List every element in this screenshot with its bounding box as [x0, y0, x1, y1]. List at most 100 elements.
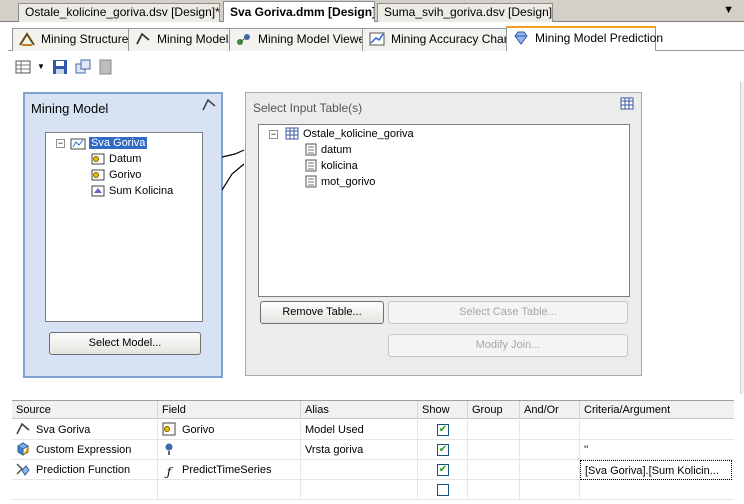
save-icon[interactable] — [52, 59, 68, 75]
row-alias-cell[interactable]: Vrsta goriva — [301, 440, 418, 460]
row-and-or-cell[interactable] — [520, 460, 580, 480]
column-header-source[interactable]: Source — [12, 401, 158, 419]
row-criteria-cell[interactable] — [580, 480, 734, 500]
table-icon[interactable] — [620, 97, 634, 110]
row-and-or-cell[interactable] — [520, 480, 580, 500]
row-show-cell: ✔ — [418, 460, 468, 480]
input-column-datum[interactable]: datum — [321, 142, 352, 158]
grid-header: Source Field Alias Show Group And/Or Cri… — [12, 401, 734, 419]
function-icon: ƒ — [166, 465, 172, 479]
row-group-cell[interactable] — [468, 480, 520, 500]
show-checkbox[interactable] — [437, 484, 449, 496]
row-group-cell[interactable] — [468, 440, 520, 460]
row-show-cell: ✔ — [418, 420, 468, 440]
row-show-cell: ✔ — [418, 440, 468, 460]
mining-structure-icon — [19, 32, 35, 46]
model-node-sva-goriva[interactable]: Sva Goriva — [89, 135, 148, 151]
doc-tab-sva-goriva-dmm[interactable]: Sva Goriva.dmm [Design] — [223, 1, 375, 22]
row-source-cell[interactable]: Custom Expression — [12, 440, 158, 460]
tab-dropdown-icon[interactable]: ▼ — [723, 4, 734, 16]
mining-model-tree: − Sva Goriva Datum Gorivo Sum Kolicina — [45, 132, 203, 322]
input-column-kolicina[interactable]: kolicina — [321, 158, 358, 174]
select-input-table-title: Select Input Table(s) — [253, 101, 363, 115]
model-column-gorivo[interactable]: Gorivo — [109, 167, 141, 183]
mining-model-panel: Mining Model − Sva Goriva Datum Gorivo S… — [23, 92, 223, 378]
row-source-cell[interactable] — [12, 480, 158, 500]
table-node-icon — [285, 127, 299, 140]
key-column-icon — [162, 422, 176, 436]
input-table-tree: − Ostale_kolicine_goriva datum kolicina … — [258, 124, 630, 297]
tab-mining-structure[interactable]: Mining Structure — [12, 28, 129, 51]
row-alias-cell[interactable] — [301, 460, 418, 480]
key-column-icon — [91, 153, 105, 165]
show-checkbox[interactable]: ✔ — [437, 424, 449, 436]
custom-expression-icon — [17, 442, 29, 456]
design-surface: Mining Model − Sva Goriva Datum Gorivo S… — [0, 82, 744, 394]
predict-column-icon — [91, 185, 105, 197]
table-row[interactable]: Prediction Function ƒ PredictTimeSeries ✔… — [12, 460, 734, 480]
accuracy-chart-icon — [369, 32, 385, 46]
mining-model-icon — [16, 422, 30, 435]
surface-scrollbar[interactable] — [740, 82, 744, 394]
row-show-cell — [418, 480, 468, 500]
column-icon — [305, 143, 317, 156]
designer-tab-strip: Mining Structure Mining Models Mining Mo… — [0, 22, 744, 52]
input-table-name[interactable]: Ostale_kolicine_goriva — [303, 126, 414, 142]
key-column-icon — [91, 169, 105, 181]
table-row[interactable]: Custom Expression Vrsta goriva ✔ '' — [12, 440, 734, 460]
select-input-table-panel: Select Input Table(s) − Ostale_kolicine_… — [245, 92, 642, 376]
modify-join-button[interactable]: Modify Join... — [388, 334, 628, 357]
row-group-cell[interactable] — [468, 460, 520, 480]
table-row[interactable] — [12, 480, 734, 500]
row-source-cell[interactable]: Prediction Function — [12, 460, 158, 480]
show-checkbox[interactable]: ✔ — [437, 444, 449, 456]
select-case-table-button[interactable]: Select Case Table... — [388, 301, 628, 324]
row-field-cell[interactable]: ƒ PredictTimeSeries — [158, 460, 301, 480]
prediction-query-grid: Source Field Alias Show Group And/Or Cri… — [12, 400, 734, 504]
column-header-criteria[interactable]: Criteria/Argument — [580, 401, 734, 419]
doc-tab-ostale-dsv[interactable]: Ostale_kolicine_goriva.dsv [Design]* — [18, 3, 220, 22]
input-column-mot-gorivo[interactable]: mot_gorivo — [321, 174, 375, 190]
tab-mining-model-viewer[interactable]: Mining Model Viewer — [229, 28, 369, 51]
column-header-show[interactable]: Show — [418, 401, 468, 419]
tab-mining-accuracy-chart[interactable]: Mining Accuracy Chart — [362, 28, 511, 51]
model-column-sum-kolicina[interactable]: Sum Kolicina — [109, 183, 173, 199]
row-alias-cell[interactable]: Model Used — [301, 420, 418, 440]
row-criteria-cell[interactable]: '' — [580, 440, 734, 460]
row-group-cell[interactable] — [468, 420, 520, 440]
mining-model-title: Mining Model — [31, 101, 109, 116]
remove-table-button[interactable]: Remove Table... — [260, 301, 384, 324]
table-collapse-icon[interactable]: − — [269, 130, 278, 139]
result-view-icon[interactable] — [15, 59, 31, 75]
tab-mining-model-prediction[interactable]: Mining Model Prediction — [506, 26, 663, 51]
model-column-datum[interactable]: Datum — [109, 151, 141, 167]
row-criteria-cell[interactable] — [580, 420, 734, 440]
select-model-button[interactable]: Select Model... — [49, 332, 201, 355]
row-field-cell[interactable] — [158, 440, 301, 460]
run-query-icon[interactable] — [98, 59, 114, 75]
row-alias-cell[interactable] — [301, 480, 418, 500]
model-viewer-icon — [237, 34, 250, 45]
column-icon — [305, 175, 317, 188]
table-row[interactable]: Sva Goriva Gorivo Model Used ✔ — [12, 420, 734, 440]
show-checkbox[interactable]: ✔ — [437, 464, 449, 476]
prediction-icon — [514, 31, 528, 45]
row-criteria-cell[interactable]: [Sva Goriva].[Sum Kolicin... — [580, 460, 732, 480]
row-and-or-cell[interactable] — [520, 440, 580, 460]
view-dropdown-icon[interactable]: ▼ — [37, 62, 45, 71]
mining-model-icon — [202, 98, 216, 111]
doc-tab-suma-dsv[interactable]: Suma_svih_goriva.dsv [Design] — [377, 3, 553, 22]
document-tab-strip: Ostale_kolicine_goriva.dsv [Design]* Sva… — [0, 0, 744, 22]
row-field-cell[interactable] — [158, 480, 301, 500]
tab-mining-models[interactable]: Mining Models — [128, 28, 234, 51]
row-and-or-cell[interactable] — [520, 420, 580, 440]
column-header-and-or[interactable]: And/Or — [520, 401, 580, 419]
column-header-field[interactable]: Field — [158, 401, 301, 419]
model-collapse-icon[interactable]: − — [56, 139, 65, 148]
singleton-query-icon[interactable] — [75, 59, 91, 75]
join-connector — [222, 149, 245, 191]
column-header-group[interactable]: Group — [468, 401, 520, 419]
row-field-cell[interactable]: Gorivo — [158, 420, 301, 440]
column-header-alias[interactable]: Alias — [301, 401, 418, 419]
row-source-cell[interactable]: Sva Goriva — [12, 420, 158, 440]
